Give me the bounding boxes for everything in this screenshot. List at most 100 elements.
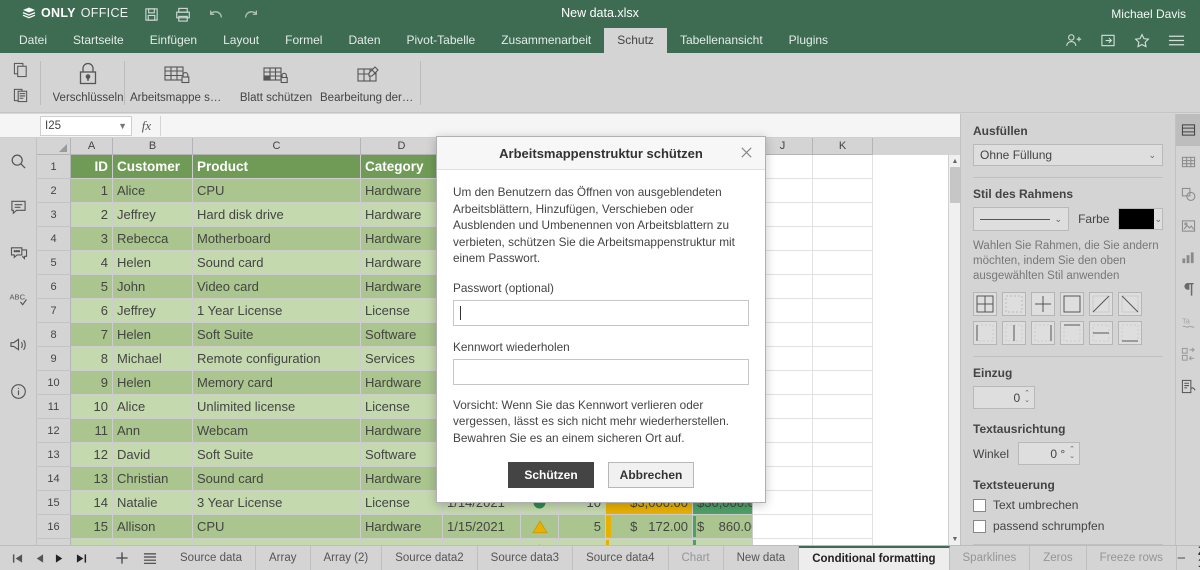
last-sheet-icon[interactable]: [76, 553, 87, 564]
table-cell[interactable]: $ 172.00: [606, 515, 693, 539]
stepper-arrows-icon[interactable]: ⌃ ⌄: [1069, 446, 1075, 460]
stepper-arrows-icon[interactable]: ⌃ ⌄: [1024, 390, 1030, 404]
border-diagonal-up-icon[interactable]: [1089, 292, 1113, 316]
menu-tab-zusammenarbeit[interactable]: Zusammenarbeit: [488, 28, 604, 53]
text-art-settings-icon[interactable]: Ta: [1176, 306, 1200, 338]
add-sheet-icon[interactable]: [115, 551, 129, 565]
table-cell[interactable]: 13: [71, 467, 113, 491]
table-cell[interactable]: Alice: [113, 179, 193, 203]
row-header-15[interactable]: 15: [37, 491, 71, 515]
close-icon[interactable]: [739, 145, 755, 161]
image-settings-icon[interactable]: [1176, 210, 1200, 242]
menu-tab-layout[interactable]: Layout: [210, 28, 272, 53]
table-cell[interactable]: Hardware: [361, 203, 443, 227]
row-header-12[interactable]: 12: [37, 419, 71, 443]
row-header-1[interactable]: 1: [37, 155, 71, 179]
sheet-tab-freeze-rows[interactable]: Freeze rows: [1087, 546, 1177, 570]
table-cell[interactable]: [813, 299, 873, 323]
table-cell[interactable]: 4: [71, 251, 113, 275]
row-header-4[interactable]: 4: [37, 227, 71, 251]
scroll-thumb[interactable]: [950, 167, 960, 203]
menu-tab-datei[interactable]: Datei: [6, 28, 60, 53]
icon-set-yellow-triangle-icon[interactable]: [521, 515, 559, 539]
table-cell[interactable]: 1: [71, 179, 113, 203]
table-cell[interactable]: Memory card: [193, 371, 361, 395]
ribbon-button-protect-workbook[interactable]: Arbeitsmappe sc…: [130, 58, 226, 104]
table-cell[interactable]: David: [113, 443, 193, 467]
table-cell[interactable]: [813, 443, 873, 467]
table-cell[interactable]: 12: [71, 443, 113, 467]
row-header-10[interactable]: 10: [37, 371, 71, 395]
table-cell[interactable]: Sound card: [193, 251, 361, 275]
row-header-9[interactable]: 9: [37, 347, 71, 371]
shape-settings-icon[interactable]: [1176, 178, 1200, 210]
search-icon[interactable]: [0, 138, 37, 184]
table-cell[interactable]: [813, 179, 873, 203]
menu-tab-tabellenansicht[interactable]: Tabellenansicht: [667, 28, 776, 53]
table-cell[interactable]: [813, 323, 873, 347]
table-cell[interactable]: [813, 371, 873, 395]
row-header-13[interactable]: 13: [37, 443, 71, 467]
table-cell[interactable]: Hardware: [361, 515, 443, 539]
table-cell[interactable]: 9: [71, 371, 113, 395]
table-cell[interactable]: [813, 419, 873, 443]
table-cell[interactable]: 1/15/2021: [443, 515, 521, 539]
sheet-list-icon[interactable]: [143, 552, 157, 565]
table-cell[interactable]: License: [361, 299, 443, 323]
row-header-14[interactable]: 14: [37, 467, 71, 491]
border-outer-icon[interactable]: [1060, 292, 1084, 316]
table-cell[interactable]: Customer: [113, 155, 193, 179]
hamburger-menu-icon[interactable]: [1166, 31, 1186, 51]
column-header-K[interactable]: K: [813, 138, 873, 155]
sheet-tab-source-data[interactable]: Source data: [167, 546, 257, 570]
ribbon-button-edit-ranges[interactable]: Bearbeitung der …: [320, 58, 416, 104]
copy-icon[interactable]: [8, 57, 34, 82]
table-settings-icon[interactable]: [1176, 146, 1200, 178]
table-cell[interactable]: 14: [71, 491, 113, 515]
table-cell[interactable]: Rebecca: [113, 227, 193, 251]
table-cell[interactable]: 11: [71, 419, 113, 443]
menu-tab-pivot-tabelle[interactable]: Pivot-Tabelle: [394, 28, 489, 53]
ribbon-button-encrypt[interactable]: Verschlüsseln: [40, 58, 136, 104]
table-cell[interactable]: Christian: [113, 467, 193, 491]
table-cell[interactable]: 1 Year License: [193, 299, 361, 323]
paragraph-settings-icon[interactable]: [1176, 274, 1200, 306]
border-top-icon[interactable]: [1060, 321, 1084, 345]
border-left-icon[interactable]: [973, 321, 997, 345]
border-style-select[interactable]: ⌄: [973, 207, 1070, 231]
table-cell[interactable]: License: [361, 491, 443, 515]
table-cell[interactable]: Webcam: [193, 419, 361, 443]
table-cell[interactable]: Allison: [113, 515, 193, 539]
table-cell[interactable]: Jeffrey: [113, 203, 193, 227]
fill-type-select[interactable]: Ohne Füllung ⌄: [973, 144, 1163, 166]
menu-tab-einf-gen[interactable]: Einfügen: [137, 28, 210, 53]
signature-settings-icon[interactable]: [1176, 370, 1200, 402]
column-header-A[interactable]: A: [71, 138, 113, 155]
paste-icon[interactable]: [8, 82, 34, 107]
table-cell[interactable]: [813, 155, 873, 179]
table-cell[interactable]: [813, 395, 873, 419]
table-cell[interactable]: Hardware: [361, 275, 443, 299]
table-cell[interactable]: Hardware: [361, 467, 443, 491]
table-cell[interactable]: Hard disk drive: [193, 203, 361, 227]
table-cell[interactable]: Helen: [113, 251, 193, 275]
first-sheet-icon[interactable]: [12, 553, 23, 564]
angle-stepper[interactable]: 0 ° ⌃ ⌄: [1018, 442, 1081, 465]
table-cell[interactable]: [813, 251, 873, 275]
column-header-D[interactable]: D: [361, 138, 443, 155]
scroll-up-icon[interactable]: ▲: [949, 155, 960, 167]
menu-tab-schutz[interactable]: Schutz: [604, 28, 667, 53]
select-all-corner[interactable]: [37, 138, 71, 155]
about-icon[interactable]: [0, 368, 37, 414]
sheet-tab-source-data3[interactable]: Source data3: [478, 546, 574, 570]
table-cell[interactable]: 15: [71, 515, 113, 539]
prev-sheet-icon[interactable]: [34, 553, 44, 564]
table-cell[interactable]: Hardware: [361, 251, 443, 275]
menu-tab-formel[interactable]: Formel: [272, 28, 335, 53]
border-diagonal-down-icon[interactable]: [1118, 292, 1142, 316]
spellcheck-icon[interactable]: ABC: [0, 276, 37, 322]
table-cell[interactable]: Jeffrey: [113, 299, 193, 323]
table-cell[interactable]: 8: [71, 347, 113, 371]
cancel-button[interactable]: Abbrechen: [608, 462, 694, 488]
sheet-tab-source-data4[interactable]: Source data4: [573, 546, 669, 570]
